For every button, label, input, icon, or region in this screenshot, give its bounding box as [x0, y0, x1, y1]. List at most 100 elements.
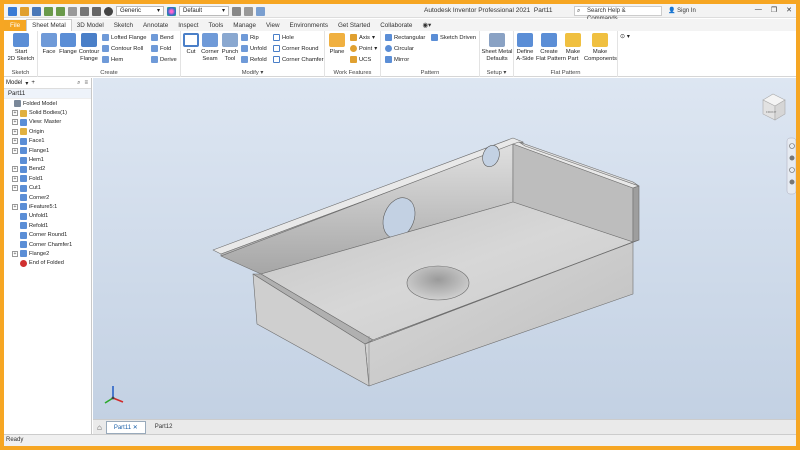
lofted-flange-button[interactable]: Lofted Flange [102, 34, 146, 41]
ribbon-options-icon[interactable]: ◉▾ [417, 20, 436, 31]
undo-icon[interactable] [44, 6, 53, 16]
tree-item[interactable]: Hem1 [4, 155, 91, 164]
expand-icon[interactable]: + [12, 175, 18, 182]
ucs-button[interactable]: UCS [350, 56, 371, 63]
start-2d-sketch-button[interactable]: Start 2D Sketch [6, 33, 36, 62]
tree-item[interactable]: + Solid Bodies(1) [4, 108, 91, 117]
bend-button[interactable]: Bend [151, 34, 174, 41]
part-node[interactable]: Part11 [4, 89, 91, 99]
tree-item[interactable]: + Bend2 [4, 165, 91, 174]
panel-title-modify[interactable]: Modify ▾ [181, 70, 324, 76]
appearance-select[interactable]: Default ▾ [179, 6, 229, 16]
tree-item[interactable]: + View: Master [4, 118, 91, 127]
refold-button[interactable]: Refold [241, 56, 267, 63]
expand-icon[interactable]: + [12, 138, 18, 145]
corner-chamfer-button[interactable]: Corner Chamfer [273, 56, 324, 63]
tree-item[interactable]: + Fold1 [4, 174, 91, 183]
tab-get-started[interactable]: Get Started [333, 20, 375, 31]
sign-in-button[interactable]: 👤 Sign In [668, 7, 696, 14]
view-cube[interactable]: FRONT [762, 93, 786, 121]
minimize-icon[interactable]: — [755, 6, 762, 14]
corner-round-button[interactable]: Corner Round [273, 45, 318, 52]
unfold-button[interactable]: Unfold [241, 45, 267, 52]
expand-icon[interactable]: + [12, 119, 18, 126]
rip-button[interactable]: Rip [241, 34, 259, 41]
expand-icon[interactable]: + [12, 110, 18, 117]
clear-icon[interactable] [244, 6, 253, 16]
select-icon[interactable] [80, 6, 89, 16]
tree-item[interactable]: Corner Round1 [4, 230, 91, 239]
tree-item[interactable]: + Cut1 [4, 184, 91, 193]
search-input[interactable]: ⌕Search Help & Commands... [574, 6, 662, 22]
add-icon[interactable]: + [31, 80, 35, 86]
orbit-icon[interactable] [789, 179, 795, 185]
maximize-icon[interactable]: ❐ [771, 6, 777, 14]
update-icon[interactable] [92, 6, 101, 16]
doc-tab-part12[interactable]: Part12 [148, 422, 180, 432]
plane-button[interactable]: Plane [328, 33, 346, 56]
tree-item[interactable]: End of Folded [4, 259, 91, 268]
menu-icon[interactable]: ≡ [84, 80, 88, 87]
tree-item[interactable]: Folded Model [4, 99, 91, 108]
home-icon[interactable] [68, 6, 77, 16]
redo-icon[interactable] [56, 6, 65, 16]
circular-pattern-button[interactable]: Circular [385, 45, 414, 52]
open-icon[interactable] [20, 6, 29, 16]
contour-roll-button[interactable]: Contour Roll [102, 45, 143, 52]
tree-item[interactable]: Corner Chamfer1 [4, 240, 91, 249]
expand-icon[interactable]: + [12, 203, 18, 210]
home-icon[interactable]: ⌂ [97, 423, 102, 432]
adjust-icon[interactable] [232, 6, 241, 16]
pan-icon[interactable] [789, 155, 795, 161]
sheet-metal-defaults-button[interactable]: Sheet Metal Defaults [481, 33, 513, 62]
make-components-button[interactable]: Make Components [584, 33, 617, 62]
tree-item[interactable]: + Flange2 [4, 249, 91, 258]
tab-manage[interactable]: Manage [228, 20, 261, 31]
hole-button[interactable]: Hole [273, 34, 294, 41]
tree-item[interactable]: + iFeature5:1 [4, 202, 91, 211]
face-button[interactable]: Face [41, 33, 57, 56]
tree-item[interactable]: + Flange1 [4, 146, 91, 155]
graphics-viewport[interactable]: FRONT [93, 78, 796, 419]
save-icon[interactable] [32, 6, 41, 16]
rectangular-pattern-button[interactable]: Rectangular [385, 34, 425, 41]
expand-icon[interactable]: + [12, 128, 18, 135]
cut-button[interactable]: Cut [183, 33, 199, 56]
tree-item[interactable]: Unfold1 [4, 212, 91, 221]
derive-button[interactable]: Derive [151, 56, 177, 63]
tab-collaborate[interactable]: Collaborate [375, 20, 417, 31]
tree-item[interactable]: + Face1 [4, 137, 91, 146]
search-icon[interactable]: ⌕ [77, 80, 80, 87]
punch-tool-button[interactable]: Punch Tool [221, 33, 239, 62]
tab-view[interactable]: View [261, 20, 285, 31]
sheet-metal-part[interactable] [212, 137, 640, 387]
tab-sheet-metal[interactable]: Sheet Metal [26, 19, 72, 31]
tree-item[interactable]: Refold1 [4, 221, 91, 230]
tab-3d-model[interactable]: 3D Model [72, 20, 109, 31]
chevron-down-icon[interactable]: ▾ [25, 80, 28, 87]
tab-tools[interactable]: Tools [204, 20, 229, 31]
new-file-icon[interactable] [8, 6, 17, 16]
tree-item[interactable]: Corner2 [4, 193, 91, 202]
doc-tab-part11[interactable]: Part11 ✕ [105, 420, 146, 434]
corner-seam-button[interactable]: Corner Seam [200, 33, 220, 62]
ribbon-more-button[interactable]: ⊙ ▾ [620, 34, 630, 40]
panel-title-setup[interactable]: Setup ▾ [480, 70, 513, 76]
material-select[interactable]: Generic ▾ [116, 6, 164, 16]
sketch-driven-pattern-button[interactable]: Sketch Driven [431, 34, 476, 41]
tab-file[interactable]: File [4, 20, 27, 31]
tab-inspect[interactable]: Inspect [173, 20, 203, 31]
contour-flange-button[interactable]: Contour Flange [78, 33, 100, 62]
flange-button[interactable]: Flange [59, 33, 77, 56]
expand-icon[interactable]: + [12, 185, 18, 192]
expand-icon[interactable]: + [12, 250, 18, 257]
tab-annotate[interactable]: Annotate [138, 20, 173, 31]
hem-button[interactable]: Hem [102, 56, 123, 63]
point-button[interactable]: Point ▾ [350, 45, 377, 52]
create-flat-pattern-button[interactable]: Create Flat Pattern [536, 33, 566, 62]
fold-button[interactable]: Fold [151, 45, 171, 52]
define-a-side-button[interactable]: Define A-Side [515, 33, 535, 62]
make-part-button[interactable]: Make Part [563, 33, 583, 62]
tree-item[interactable]: + Origin [4, 127, 91, 136]
expand-icon[interactable]: + [12, 147, 18, 154]
